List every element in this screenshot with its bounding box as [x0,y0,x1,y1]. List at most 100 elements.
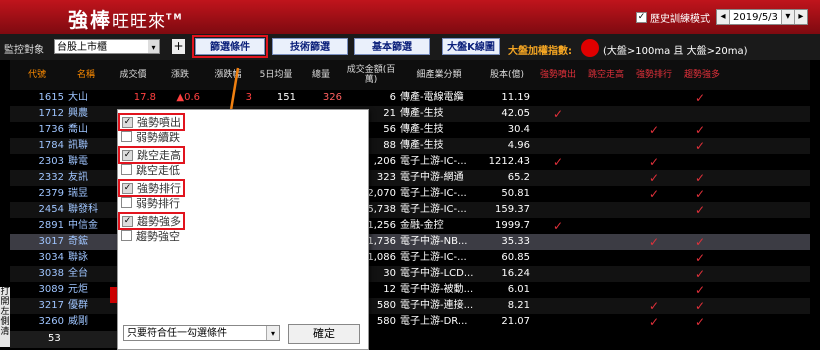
capital-cell: 65.2 [507,172,530,183]
date-picker[interactable]: ◂ 2019/5/3 ▾ ▸ [716,9,808,25]
col-strong-surge[interactable]: 強勢噴出 [534,60,582,90]
option-checkbox[interactable]: ✓ [122,215,133,227]
date-dropdown-icon[interactable]: ▾ [780,10,794,24]
option-weak-decline[interactable]: 弱勢續跌 [121,130,180,144]
option-checkbox[interactable]: ✓ [122,149,133,161]
stock-code-cell: 3017 [38,236,64,247]
filter-conditions-popup: ✓ 強勢噴出 弱勢續跌 ✓ 跳空走高 跳空走低 ✓ 強勢排行 弱勢排行 ✓ 趨勢強多 趨勢強空 只要符… [117,109,369,350]
capital-cell: 42.05 [501,108,530,119]
match-mode-select[interactable]: 只要符合任一勾選條件 ▾ [123,325,280,341]
stock-code-cell: 2303 [38,156,64,167]
filter-conditions-button[interactable]: 篩選條件 [192,35,268,58]
col-industry[interactable]: 細產業分類 [398,60,480,90]
chevron-down-icon[interactable]: ▾ [266,326,279,340]
col-price[interactable]: 成交價 [108,60,158,90]
market-select[interactable]: 台股上市櫃 ▾ [54,39,160,54]
stock-name-cell: 訊聯 [68,140,88,151]
status-bar: 53 [10,331,118,348]
table-header: 代號 名稱 成交價 漲跌 漲跌幅 5日均量 總量 成交金額(百萬) 細產業分類 … [10,60,810,90]
stock-name-cell: 優群 [68,300,88,311]
industry-cell: 電子中游-連接... [400,300,474,311]
capital-cell: 35.33 [501,236,530,247]
col-volume[interactable]: 總量 [298,60,344,90]
option-label: 跳空走低 [136,163,180,177]
option-trend-bear[interactable]: 趨勢強空 [121,229,180,243]
col-trend-bull[interactable]: 趨勢強多 [678,60,726,90]
check-icon: ✓ [648,315,660,329]
stock-code-cell: 2891 [38,220,64,231]
stock-name-cell: 友訊 [68,172,88,183]
date-prev-button[interactable]: ◂ [717,10,730,24]
check-icon: ✓ [552,107,564,121]
option-checkbox[interactable] [121,230,132,241]
date-next-button[interactable]: ▸ [793,10,807,24]
option-checkbox[interactable]: ✓ [122,182,133,194]
col-gap-up[interactable]: 跳空走高 [582,60,630,90]
option-checkbox[interactable]: ✓ [122,116,133,128]
ma5-volume-cell: 151 [276,92,296,103]
add-button[interactable]: + [172,39,185,54]
stock-name-cell: 全台 [68,268,88,279]
trademark: TM [166,12,184,22]
chevron-down-icon[interactable]: ▾ [148,40,159,53]
col-strong-rank[interactable]: 強勢排行 [630,60,678,90]
stock-code-cell: 3038 [38,268,64,279]
technical-filter-button[interactable]: 技術篩選 [272,38,348,55]
stock-code-cell: 3260 [38,316,64,327]
stock-code-cell: 1615 [38,92,64,103]
stock-name-cell: 瑞昱 [68,188,88,199]
industry-cell: 電子上游-IC-... [400,252,467,263]
market-kline-button[interactable]: 大盤K線圖 [442,38,500,55]
industry-cell: 電子上游-IC-... [400,204,467,215]
stock-code-cell: 2332 [38,172,64,183]
option-checkbox[interactable] [121,197,132,208]
industry-cell: 傳產-生技 [400,124,444,135]
check-icon: ✓ [648,155,660,169]
history-mode-checkbox[interactable]: ✓ [636,12,647,23]
capital-cell: 30.4 [507,124,530,135]
title-bar: 強棒旺旺來TM ✓ 歷史訓練模式 ◂ 2019/5/3 ▾ ▸ [0,0,820,34]
left-panel-toggle[interactable]: 打開左側清 [0,287,10,347]
check-icon: ✓ [694,299,706,313]
col-code[interactable]: 代號 [10,60,64,90]
table-row[interactable]: 1615 大山 17.8 ▲0.6 3 151 326 6 傳產-電線電纜 11.19 ✓ [10,90,810,106]
col-capital[interactable]: 股本(億) [480,60,534,90]
option-weak-rank[interactable]: 弱勢排行 [121,196,180,210]
col-amount[interactable]: 成交金額(百萬) [344,60,398,90]
col-ma5-volume[interactable]: 5日均量 [254,60,298,90]
stock-code-cell: 3034 [38,252,64,263]
date-value[interactable]: 2019/5/3 [730,12,781,23]
change-cell: ▲0.6 [176,92,200,103]
col-change[interactable]: 漲跌 [158,60,202,90]
history-mode-toggle[interactable]: ✓ 歷史訓練模式 [636,10,710,25]
check-icon: ✓ [648,187,660,201]
stock-code-cell: 1784 [38,140,64,151]
industry-cell: 傳產-電線電纜 [400,92,464,103]
volume-cell: 326 [322,92,342,103]
option-checkbox[interactable] [121,131,132,142]
capital-cell: 1212.43 [488,156,530,167]
stock-name-cell: 聯詠 [68,252,88,263]
stock-code-cell: 3089 [38,284,64,295]
check-icon: ✓ [694,171,706,185]
capital-cell: 21.07 [501,316,530,327]
capital-cell: 1999.7 [495,220,530,231]
fundamental-filter-button[interactable]: 基本篩選 [354,38,430,55]
stock-name-cell: 威剛 [68,316,88,327]
row-count: 53 [48,333,61,344]
option-gap-down[interactable]: 跳空走低 [121,163,180,177]
industry-cell: 電子中游-網通 [400,172,464,183]
amount-cell: 6 [389,92,396,103]
capital-cell: 11.19 [501,92,530,103]
stock-name-cell: 聯發科 [68,204,98,215]
option-checkbox[interactable] [121,164,132,175]
col-name[interactable]: 名稱 [64,60,108,90]
check-icon: ✓ [648,123,660,137]
check-icon: ✓ [552,155,564,169]
capital-cell: 16.24 [501,268,530,279]
check-icon: ✓ [694,283,706,297]
industry-cell: 傳產-生技 [400,108,444,119]
app-logo: 強棒旺旺來TM [68,4,183,33]
check-icon: ✓ [694,315,706,329]
ok-button[interactable]: 確定 [288,324,360,344]
